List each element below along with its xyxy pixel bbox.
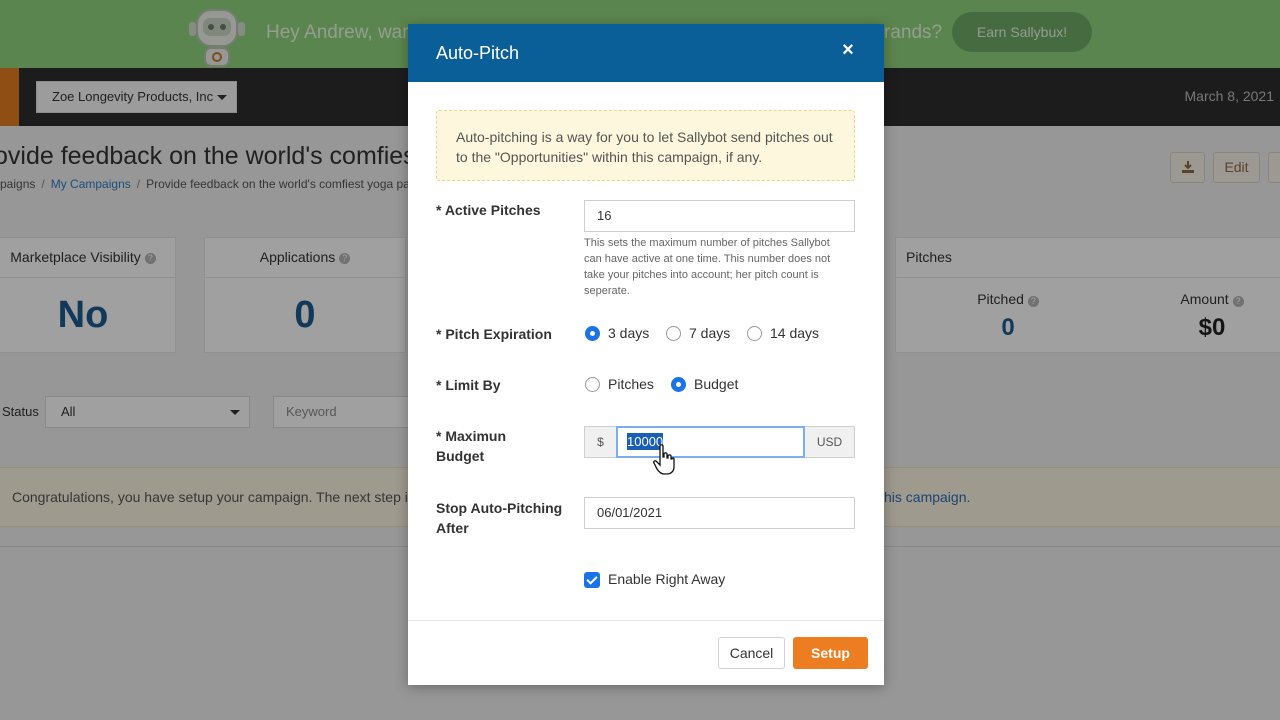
hand-cursor-icon — [653, 444, 675, 475]
enable-right-away-checkbox[interactable] — [584, 572, 600, 588]
radio-pitches-label[interactable]: Pitches — [608, 376, 654, 392]
max-budget-label: * Maximun Budget — [436, 426, 506, 466]
stop-after-date-input[interactable]: 06/01/2021 — [584, 497, 855, 529]
modal-title: Auto-Pitch — [436, 43, 520, 63]
active-pitches-input[interactable]: 16 — [584, 200, 855, 232]
radio-3-days[interactable] — [585, 326, 600, 341]
modal-header: Auto-Pitch × — [408, 24, 884, 82]
setup-button[interactable]: Setup — [793, 637, 868, 669]
limit-by-label: * Limit By — [436, 377, 501, 393]
radio-3-days-label[interactable]: 3 days — [608, 325, 649, 341]
active-pitches-label: * Active Pitches — [436, 202, 541, 218]
radio-pitches[interactable] — [585, 377, 600, 392]
max-budget-label-line2: Budget — [436, 448, 485, 464]
radio-budget[interactable] — [671, 377, 686, 392]
radio-14-days[interactable] — [747, 326, 762, 341]
close-icon[interactable]: × — [840, 40, 856, 60]
stop-after-label-line1: Stop Auto-Pitching — [436, 500, 563, 516]
active-pitches-help: This sets the maximum number of pitches … — [584, 237, 831, 297]
currency-suffix: USD — [805, 426, 855, 458]
radio-7-days-label[interactable]: 7 days — [689, 325, 730, 341]
info-alert: Auto-pitching is a way for you to let Sa… — [436, 110, 855, 181]
cancel-button[interactable]: Cancel — [718, 637, 785, 669]
max-budget-input[interactable]: 10000 — [616, 426, 805, 458]
max-budget-label-line1: * Maximun — [436, 428, 507, 444]
radio-budget-label[interactable]: Budget — [694, 376, 738, 392]
pitch-expiration-label: * Pitch Expiration — [436, 326, 552, 342]
enable-right-away-label[interactable]: Enable Right Away — [608, 571, 725, 587]
modal-footer-divider — [408, 620, 884, 621]
auto-pitch-modal: Auto-Pitch × Auto-pitching is a way for … — [408, 24, 884, 685]
stop-after-label-line2: After — [436, 520, 469, 536]
currency-prefix: $ — [584, 426, 616, 458]
radio-7-days[interactable] — [666, 326, 681, 341]
radio-14-days-label[interactable]: 14 days — [770, 325, 819, 341]
stop-after-label: Stop Auto-Pitching After — [436, 498, 562, 538]
